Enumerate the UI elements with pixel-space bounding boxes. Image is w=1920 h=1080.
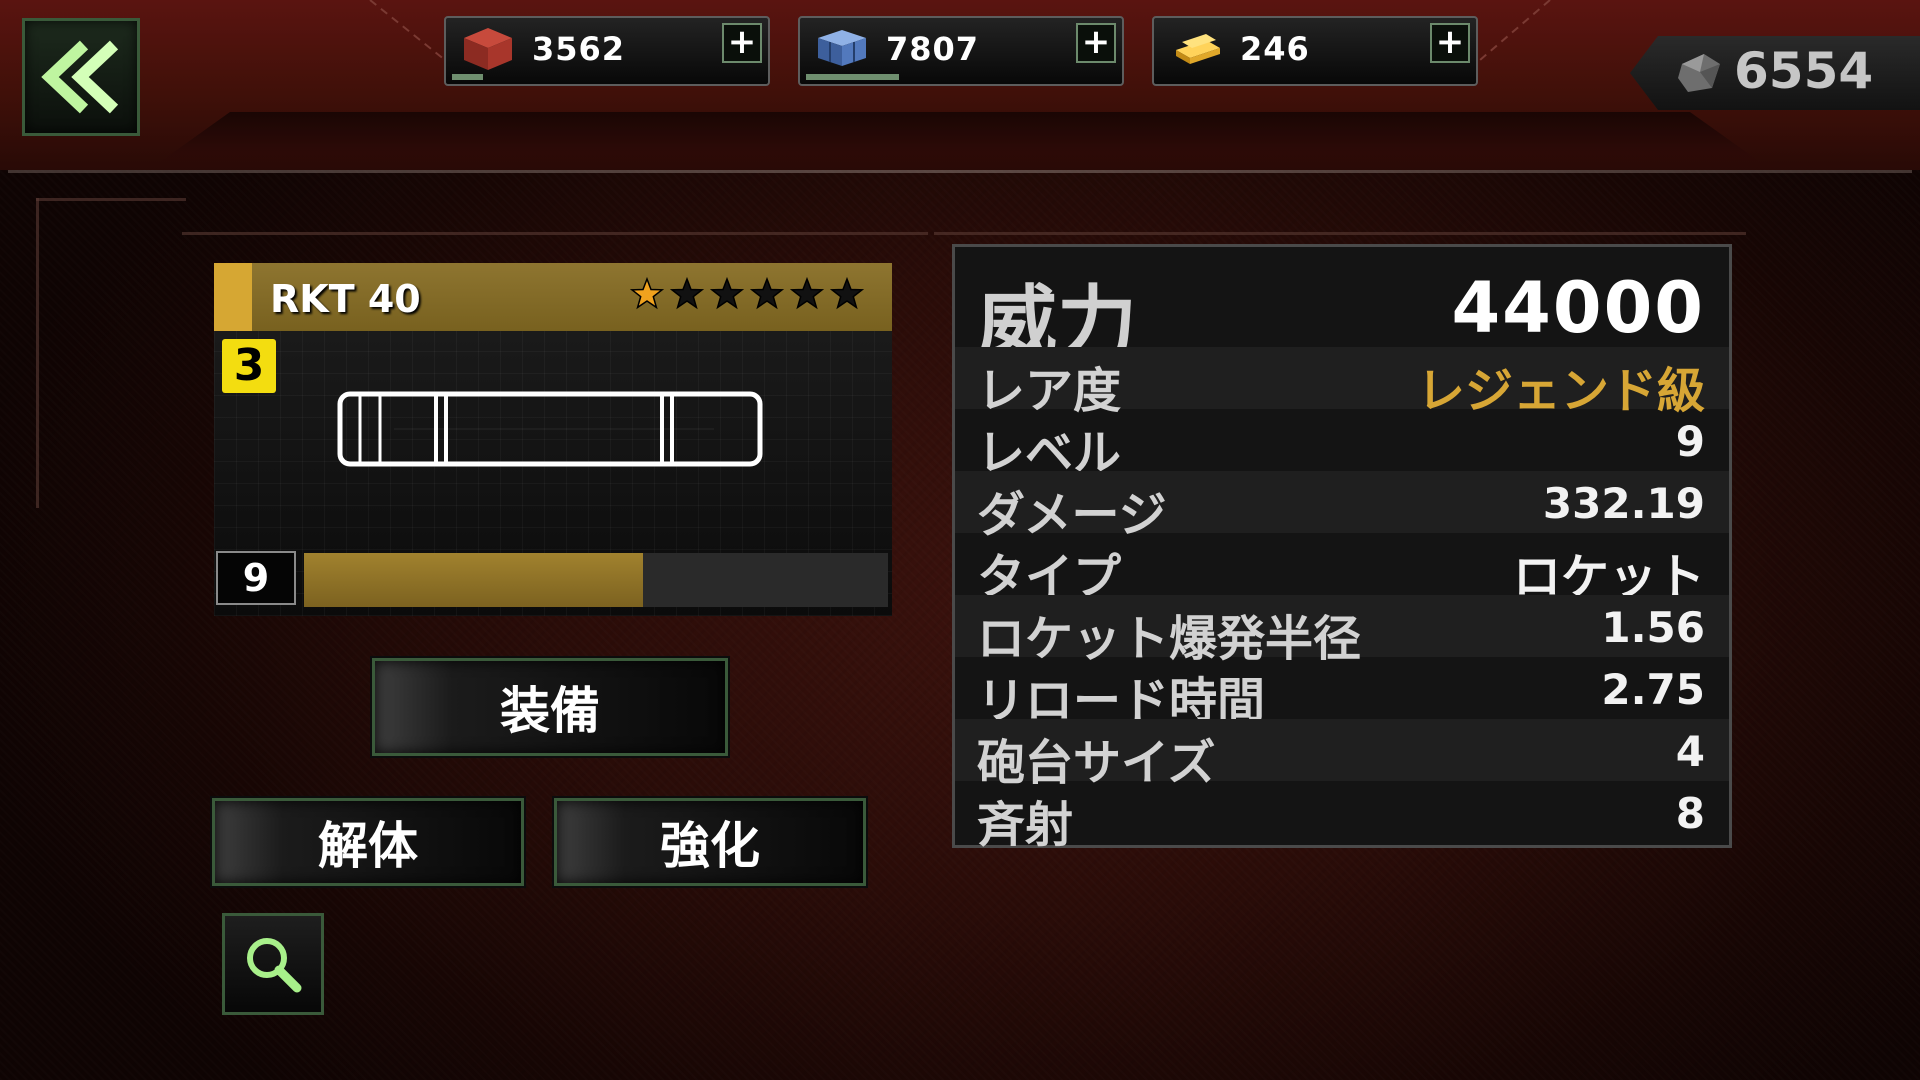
resource-counter-blue: 7807 + xyxy=(798,16,1124,86)
stat-row-salvo: 斉射 8 xyxy=(955,781,1729,853)
stat-value: 2.75 xyxy=(1601,665,1705,714)
blue-block-icon xyxy=(812,22,872,80)
resource-progress-bar xyxy=(806,74,899,80)
item-card-header: RKT 40 xyxy=(214,263,892,331)
tier-badge: 3 xyxy=(222,339,276,393)
gem-icon xyxy=(1674,50,1726,100)
red-block-icon xyxy=(458,22,518,80)
frame-line-left-top xyxy=(36,198,186,201)
power-row: 威力 44000 xyxy=(955,247,1729,370)
add-resource-button[interactable]: + xyxy=(1430,23,1470,63)
stat-value: 332.19 xyxy=(1542,479,1705,528)
item-level-box: 9 xyxy=(216,551,296,605)
stats-panel: 威力 44000 レア度 レジェンド級 レベル 9 ダメージ 332.19 タイ… xyxy=(952,244,1732,853)
gold-bar-icon xyxy=(1166,22,1226,80)
stat-row-damage: ダメージ 332.19 xyxy=(955,471,1729,543)
rarity-tag xyxy=(214,263,252,331)
star-empty-icon xyxy=(790,277,824,310)
stat-row-turret-size: 砲台サイズ 4 xyxy=(955,719,1729,791)
resource-value: 246 xyxy=(1240,30,1310,68)
inspect-button[interactable] xyxy=(222,913,324,1015)
power-value: 44000 xyxy=(1451,267,1705,349)
resource-counter-red: 3562 + xyxy=(444,16,770,86)
stat-row-type: タイプ ロケット xyxy=(955,533,1729,605)
star-empty-icon xyxy=(750,277,784,310)
frame-line-left xyxy=(36,198,39,508)
stat-value: 8 xyxy=(1675,789,1705,838)
premium-currency: 6554 xyxy=(1630,36,1920,110)
back-button[interactable] xyxy=(22,18,140,136)
currency-value: 6554 xyxy=(1734,42,1874,100)
stat-label: 斉射 xyxy=(977,797,1074,853)
stat-row-rarity: レア度 レジェンド級 xyxy=(955,347,1729,419)
stat-row-blast-radius: ロケット爆発半径 1.56 xyxy=(955,595,1729,667)
star-empty-icon xyxy=(710,277,744,310)
magnifier-icon xyxy=(247,938,302,993)
stat-value: 9 xyxy=(1675,417,1705,466)
resource-value: 3562 xyxy=(532,30,626,68)
xp-bar-fill xyxy=(304,553,643,607)
item-stars xyxy=(630,277,864,311)
add-resource-button[interactable]: + xyxy=(1076,23,1116,63)
rocket-launcher-icon xyxy=(337,391,763,467)
resource-value: 7807 xyxy=(886,30,980,68)
top-bar-divider xyxy=(8,170,1912,173)
frame-line-card-top xyxy=(182,232,928,235)
stat-value: 1.56 xyxy=(1601,603,1705,652)
stat-row-level: レベル 9 xyxy=(955,409,1729,481)
xp-bar xyxy=(304,553,888,607)
equip-button[interactable]: 装備 xyxy=(372,658,728,756)
stat-row-reload-time: リロード時間 2.75 xyxy=(955,657,1729,729)
frame-line-stats-top xyxy=(934,232,1746,235)
double-chevron-left-icon xyxy=(41,40,119,114)
stat-value: 4 xyxy=(1675,727,1705,776)
resource-progress-bar xyxy=(452,74,483,80)
upgrade-button[interactable]: 強化 xyxy=(554,798,866,886)
star-empty-icon xyxy=(830,277,864,310)
item-card[interactable]: RKT 40 3 9 xyxy=(214,263,892,616)
resource-counter-gold: 246 + xyxy=(1152,16,1478,86)
add-resource-button[interactable]: + xyxy=(722,23,762,63)
dismantle-button[interactable]: 解体 xyxy=(212,798,524,886)
item-name: RKT 40 xyxy=(270,277,421,321)
star-empty-icon xyxy=(670,277,704,310)
star-filled-icon xyxy=(630,277,664,310)
